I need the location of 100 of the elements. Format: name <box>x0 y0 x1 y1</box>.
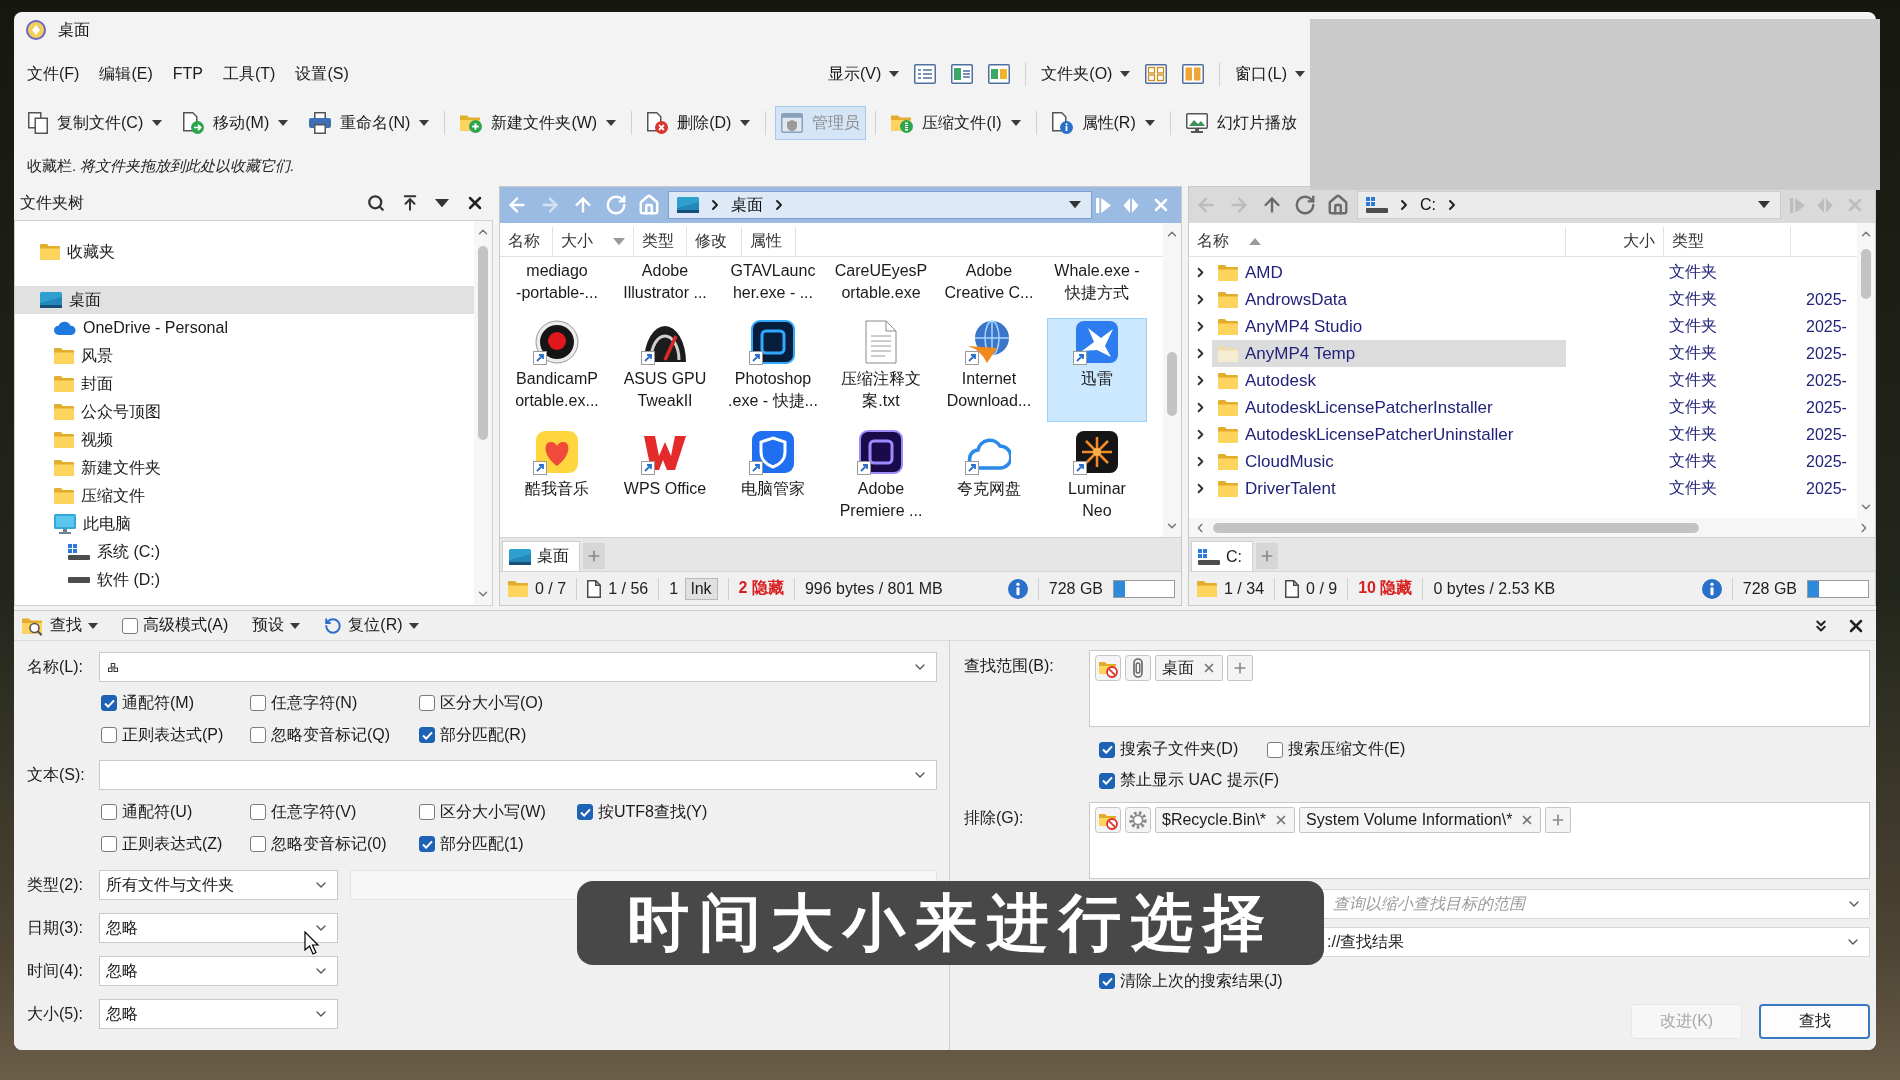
list-item[interactable]: Autodesk <box>1212 367 1322 394</box>
menu-item[interactable]: 设置(S) <box>285 59 359 89</box>
list-item[interactable]: AMD <box>1212 259 1289 286</box>
tree-item[interactable]: 新建文件夹 <box>51 454 164 482</box>
list-item[interactable]: CloudMusic <box>1212 448 1340 475</box>
file-item[interactable]: 酷我音乐 <box>523 425 591 501</box>
checkbox[interactable] <box>577 804 593 820</box>
file-item[interactable]: Adobe Creative C... <box>943 259 1035 305</box>
folder-tab[interactable]: C: <box>1191 541 1253 571</box>
path-bar[interactable]: 桌面 <box>668 191 1092 219</box>
file-item[interactable]: Adobe Illustrator ... <box>622 259 708 305</box>
tree-item[interactable]: OneDrive - Personal <box>51 314 231 342</box>
filter-select[interactable]: 所有文件与文件夹 <box>99 870 338 900</box>
list-item[interactable]: AutodeskLicensePatcherUninstaller <box>1212 421 1520 448</box>
checkbox[interactable] <box>101 727 117 743</box>
tree-item[interactable]: 收藏夹 <box>37 238 118 266</box>
folder-tab[interactable]: 桌面 <box>502 541 580 571</box>
file-item[interactable]: 压缩注释文案.txt <box>832 315 930 413</box>
toolbar-button[interactable]: 移动(M) <box>177 106 295 140</box>
pin-top-icon[interactable] <box>401 194 419 212</box>
list-item[interactable]: AutodeskLicensePatcherInstaller <box>1212 394 1499 421</box>
checkbox[interactable] <box>419 695 435 711</box>
search-icon[interactable] <box>367 194 385 212</box>
tree-item[interactable]: 视频 <box>51 426 116 454</box>
file-item[interactable]: Whale.exe - 快捷方式 <box>1053 259 1141 305</box>
exclude-field[interactable]: $Recycle.Bin\* System Volume Information\* <box>1089 802 1870 879</box>
list-item[interactable]: AnyMP4 Studio <box>1212 313 1369 340</box>
file-item[interactable]: 电脑管家 <box>739 425 807 501</box>
column-header[interactable]: 修改 <box>687 227 742 256</box>
folder-prohibited-icon[interactable] <box>1095 655 1121 681</box>
menu-dropdown[interactable]: 文件夹(O) <box>1041 63 1131 85</box>
file-item[interactable]: mediago -portable-... <box>515 259 599 305</box>
refresh-icon[interactable] <box>1294 194 1316 216</box>
toolbar-button[interactable]: 属性(R) <box>1045 106 1161 140</box>
file-item[interactable]: 迅雷 <box>1047 318 1147 422</box>
list-view-icon[interactable] <box>914 64 937 84</box>
tree-item[interactable]: 封面 <box>51 370 116 398</box>
checkbox[interactable] <box>101 695 117 711</box>
grid-view-icon[interactable] <box>1145 64 1168 84</box>
file-item[interactable]: GTAVLaunc her.exe - ... <box>729 259 817 305</box>
columns-view-icon[interactable] <box>1182 64 1205 84</box>
add-button[interactable] <box>1227 655 1253 681</box>
tree-item[interactable]: 压缩文件 <box>51 482 148 510</box>
scrollbar-thumb[interactable] <box>1213 522 1699 533</box>
tiles-view-icon[interactable] <box>988 64 1011 84</box>
home-icon[interactable] <box>1327 194 1349 216</box>
column-header[interactable]: 大小 <box>553 227 634 256</box>
toolbar-button[interactable]: 幻灯片播放 <box>1179 106 1303 140</box>
checkbox[interactable] <box>419 727 435 743</box>
filter-select[interactable]: 忽略 <box>99 956 338 986</box>
dropdown-icon[interactable] <box>1069 201 1081 209</box>
menu-dropdown[interactable]: 窗口(L) <box>1235 63 1305 85</box>
toolbar-button[interactable]: 新建文件夹(W) <box>454 106 623 140</box>
vertical-scrollbar[interactable] <box>1163 223 1181 537</box>
tree-item[interactable]: 软件 (D:) <box>65 566 164 594</box>
list-item[interactable]: DriverTalent <box>1212 475 1342 502</box>
column-header[interactable]: 名称 <box>500 227 553 256</box>
details-view-icon[interactable] <box>951 64 974 84</box>
info-icon[interactable] <box>1701 578 1722 599</box>
dialog-button[interactable]: 查找 <box>1759 1004 1870 1039</box>
menu-dropdown[interactable]: 显示(V) <box>828 63 900 85</box>
horizontal-scrollbar[interactable] <box>1189 518 1875 537</box>
file-item[interactable]: Adobe Premiere ... <box>837 425 925 523</box>
path-segment[interactable]: C: <box>1420 196 1436 214</box>
checkbox[interactable] <box>250 695 266 711</box>
tree-item[interactable]: 系统 (C:) <box>65 538 164 566</box>
preset-menu-button[interactable]: 预设 <box>252 615 301 636</box>
file-item[interactable]: Luminar Neo <box>1066 425 1128 523</box>
path-chip[interactable]: 桌面 <box>1155 655 1223 681</box>
search-scope-field[interactable]: 桌面 <box>1089 650 1870 727</box>
checkbox[interactable] <box>250 836 266 852</box>
checkbox[interactable] <box>1267 741 1283 758</box>
file-item[interactable]: Internet Download... <box>944 315 1034 413</box>
toolbar-button[interactable]: 删除(D) <box>641 106 757 140</box>
column-header[interactable]: 大小 <box>1566 227 1664 256</box>
column-header[interactable]: 名称 <box>1189 227 1566 256</box>
remove-icon[interactable] <box>1202 661 1216 675</box>
path-bar[interactable]: C: <box>1357 191 1781 219</box>
checkbox[interactable] <box>1099 973 1115 989</box>
file-item[interactable]: ASUS GPU TweakII <box>621 315 709 413</box>
reset-menu-button[interactable]: 复位(R) <box>324 615 419 636</box>
path-chip[interactable]: $Recycle.Bin\* <box>1155 807 1296 833</box>
list-item[interactable]: AnyMP4 Temp <box>1212 340 1566 367</box>
file-item[interactable]: 夸克网盘 <box>955 425 1023 501</box>
tree-item[interactable]: 公众号顶图 <box>51 398 164 426</box>
checkbox[interactable] <box>122 617 138 634</box>
name-field[interactable] <box>99 652 937 682</box>
column-header[interactable]: 类型 <box>634 227 687 256</box>
toolbar-button[interactable]: 复制文件(C) <box>22 106 169 140</box>
dropdown-icon[interactable] <box>435 198 449 208</box>
filter-select[interactable]: 忽略 <box>99 913 338 943</box>
column-header[interactable]: 类型 <box>1664 227 1791 256</box>
path-segment[interactable]: 桌面 <box>731 194 763 216</box>
scrollbar-thumb[interactable] <box>1167 352 1177 416</box>
list-item[interactable]: AndrowsData <box>1212 286 1354 313</box>
file-item[interactable]: Photoshop .exe - 快捷... <box>726 315 820 413</box>
filter-select[interactable]: 忽略 <box>99 999 338 1029</box>
menu-item[interactable]: 工具(T) <box>213 59 286 89</box>
vertical-scrollbar[interactable] <box>474 221 492 605</box>
menu-item[interactable]: 文件(F) <box>17 59 90 89</box>
